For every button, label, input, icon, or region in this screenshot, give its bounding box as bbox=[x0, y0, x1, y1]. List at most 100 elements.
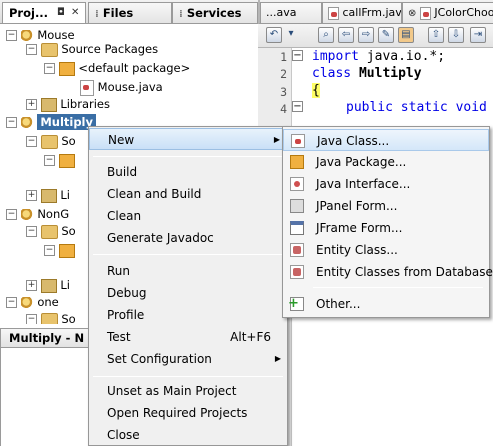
menu-item-label: Generate Javadoc bbox=[107, 231, 214, 245]
editor-tab-label: ...ava bbox=[266, 6, 297, 19]
navigator-title: Multiply - N bbox=[9, 331, 85, 345]
project-context-menu: New ▶ Build Clean and Build Clean Genera… bbox=[88, 126, 288, 446]
menu-item-open-required-projects[interactable]: Open Required Projects bbox=[89, 402, 287, 424]
folder-icon bbox=[40, 224, 58, 239]
collapse-icon[interactable]: − bbox=[44, 155, 55, 166]
tree-node-label: Mouse.java bbox=[97, 80, 163, 94]
collapse-icon[interactable]: − bbox=[6, 30, 17, 41]
tree-node-package[interactable]: − bbox=[44, 239, 75, 262]
tree-node-label: one bbox=[37, 295, 59, 309]
submenu-item-entity-class[interactable]: Entity Class... bbox=[283, 239, 489, 261]
submenu-item-java-interface[interactable]: Java Interface... bbox=[283, 173, 489, 195]
find-icon[interactable]: ⌕ bbox=[318, 27, 334, 43]
code-line-3[interactable]: { bbox=[312, 83, 320, 98]
menu-item-label: Clean bbox=[107, 209, 142, 223]
tab-projects[interactable]: Proj... ◘ ✕ bbox=[2, 2, 86, 23]
library-icon bbox=[40, 188, 57, 203]
tab-services[interactable]: ⁞ Services bbox=[172, 2, 258, 23]
menu-item-clean[interactable]: Clean bbox=[89, 205, 287, 227]
jpanel-form-icon bbox=[290, 199, 304, 213]
shift-line-icon[interactable]: ⇥ bbox=[470, 27, 486, 43]
menu-item-label: Close bbox=[107, 428, 140, 442]
menu-item-profile[interactable]: Profile bbox=[89, 304, 287, 326]
submenu-item-entity-classes-from-database[interactable]: Entity Classes from Database... bbox=[283, 261, 493, 283]
menu-item-label: Unset as Main Project bbox=[107, 384, 237, 398]
menu-item-close[interactable]: Close bbox=[89, 424, 287, 446]
toggle-highlight-icon[interactable]: ✎ bbox=[378, 27, 394, 43]
find-previous-icon[interactable]: ⇦ bbox=[338, 27, 354, 43]
submenu-item-java-package[interactable]: Java Package... bbox=[283, 151, 489, 173]
menu-item-new[interactable]: New ▶ bbox=[89, 128, 287, 150]
menu-item-label: New bbox=[108, 133, 135, 147]
back-icon[interactable]: ↶ bbox=[266, 27, 282, 43]
collapse-icon[interactable]: − bbox=[26, 226, 37, 237]
folder-icon bbox=[40, 134, 58, 149]
java-interface-icon bbox=[290, 177, 304, 191]
history-dropdown-icon[interactable]: ▾ bbox=[286, 27, 296, 43]
folder-icon bbox=[40, 312, 58, 324]
library-icon bbox=[40, 97, 57, 112]
code-line-1[interactable]: import java.io.*; bbox=[312, 49, 445, 64]
new-submenu: Java Class... Java Package... Java Inter… bbox=[282, 126, 493, 318]
editor-tab-1[interactable]: ...ava bbox=[260, 2, 322, 23]
menu-item-unset-main-project[interactable]: Unset as Main Project bbox=[89, 380, 287, 402]
collapse-icon[interactable]: − bbox=[26, 44, 37, 55]
java-package-icon bbox=[290, 155, 304, 169]
find-next-icon[interactable]: ⇨ bbox=[358, 27, 374, 43]
submenu-item-jpanel-form[interactable]: JPanel Form... bbox=[283, 195, 489, 217]
menu-item-clean-and-build[interactable]: Clean and Build bbox=[89, 183, 287, 205]
submenu-item-other[interactable]: Other... bbox=[283, 293, 489, 315]
editor-tab-strip: ...ava callFrm.java ⊗ JColorChoose bbox=[258, 0, 493, 24]
menu-separator bbox=[93, 376, 283, 377]
code-line-4[interactable]: public static void bbox=[346, 100, 487, 115]
menu-item-test[interactable]: Test Alt+F6 bbox=[89, 326, 287, 348]
tab-files[interactable]: ⁞ Files bbox=[88, 2, 172, 23]
collapse-icon[interactable]: − bbox=[44, 63, 55, 74]
entity-class-icon bbox=[290, 243, 304, 257]
collapse-icon[interactable]: − bbox=[44, 245, 55, 256]
code-text: java.io.*; bbox=[358, 49, 446, 64]
collapse-icon[interactable]: − bbox=[26, 314, 37, 324]
java-class-icon bbox=[291, 134, 305, 148]
folder-icon bbox=[40, 42, 58, 57]
editor-tab-label: JColorChoose bbox=[434, 6, 493, 19]
minimize-icon[interactable]: ◘ bbox=[57, 3, 65, 23]
close-icon[interactable]: ✕ bbox=[71, 3, 79, 23]
jframe-form-icon bbox=[290, 221, 304, 235]
submenu-item-jframe-form[interactable]: JFrame Form... bbox=[283, 217, 489, 239]
editor-tab-callfrm[interactable]: callFrm.java bbox=[322, 2, 402, 23]
code-text: { bbox=[312, 83, 320, 98]
project-icon bbox=[20, 209, 34, 220]
previous-bookmark-icon[interactable]: ⇧ bbox=[428, 27, 444, 43]
toggle-bookmarks-icon[interactable]: ▤ bbox=[398, 27, 414, 43]
collapse-icon[interactable]: − bbox=[26, 136, 37, 147]
line-number: 2 bbox=[280, 67, 287, 81]
tree-node-package[interactable]: − bbox=[44, 149, 75, 172]
menu-item-debug[interactable]: Debug bbox=[89, 282, 287, 304]
code-line-2[interactable]: class Multiply bbox=[312, 66, 422, 81]
submenu-item-java-class[interactable]: Java Class... bbox=[283, 129, 489, 151]
java-file-icon bbox=[328, 6, 339, 20]
fold-icon[interactable]: − bbox=[292, 50, 303, 61]
new-file-icon bbox=[288, 293, 304, 315]
menu-item-build[interactable]: Build bbox=[89, 161, 287, 183]
expand-icon[interactable]: + bbox=[26, 280, 37, 291]
menu-item-generate-javadoc[interactable]: Generate Javadoc bbox=[89, 227, 287, 249]
fold-icon[interactable]: − bbox=[292, 101, 303, 112]
menu-item-run[interactable]: Run bbox=[89, 260, 287, 282]
expand-icon[interactable]: + bbox=[26, 190, 37, 201]
package-icon bbox=[58, 61, 75, 76]
close-icon[interactable]: ⊗ bbox=[408, 8, 416, 19]
collapse-icon[interactable]: − bbox=[6, 297, 17, 308]
tree-node-source-packages[interactable]: − So bbox=[26, 308, 76, 324]
collapse-icon[interactable]: − bbox=[6, 209, 17, 220]
collapse-icon[interactable]: − bbox=[6, 117, 17, 128]
menu-item-label: JPanel Form... bbox=[316, 199, 398, 213]
menu-item-label: Clean and Build bbox=[107, 187, 202, 201]
editor-toolbar: ↶ ▾ ⌕ ⇦ ⇨ ✎ ▤ ⇧ ⇩ ⇥ bbox=[258, 24, 493, 48]
menu-item-set-configuration[interactable]: Set Configuration ▶ bbox=[89, 348, 287, 370]
line-number: 4 bbox=[280, 102, 287, 116]
expand-icon[interactable]: + bbox=[26, 99, 37, 110]
editor-tab-jcolorchooser[interactable]: ⊗ JColorChoose bbox=[402, 2, 493, 23]
next-bookmark-icon[interactable]: ⇩ bbox=[448, 27, 464, 43]
